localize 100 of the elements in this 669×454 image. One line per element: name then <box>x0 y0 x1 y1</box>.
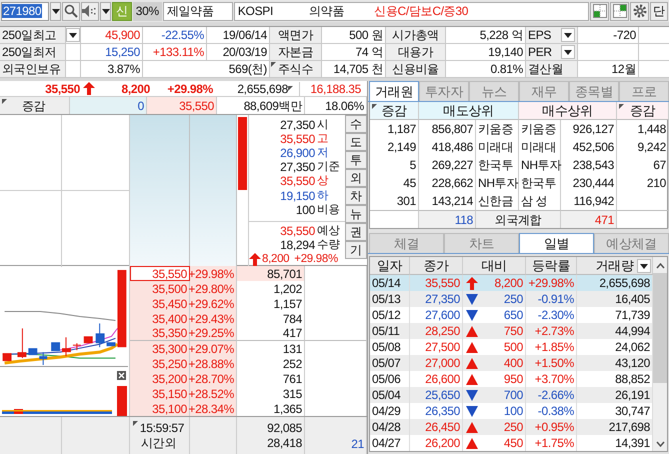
layout-icon[interactable] <box>590 2 609 20</box>
column-header: 대비 <box>463 257 526 275</box>
table-cell: 27,000 <box>410 355 463 371</box>
dropdown-button[interactable] <box>637 259 651 273</box>
order-price[interactable]: 35,400 <box>130 311 190 326</box>
price-label: 예상 <box>316 224 342 238</box>
order-rate: +28.34% <box>190 401 237 416</box>
order-cell <box>305 326 367 341</box>
column-header: 매도상위 <box>419 102 519 120</box>
order-rate: +28.52% <box>190 386 237 401</box>
scroll-up-icon[interactable] <box>656 263 664 269</box>
speaker-button[interactable] <box>81 2 99 20</box>
side-button[interactable]: 기 <box>345 241 367 259</box>
tab[interactable]: 거래원 <box>369 81 419 101</box>
search-button[interactable] <box>62 2 80 20</box>
order-quantity: 784 <box>237 311 305 326</box>
order-price[interactable]: 35,350 <box>130 326 190 341</box>
side-button[interactable]: 차 <box>345 187 367 205</box>
close-icon[interactable] <box>117 371 126 380</box>
trade-amount: 88,609백만 <box>217 97 305 114</box>
corner-mark-icon <box>619 104 624 109</box>
table-row[interactable]: 05/11 28,250 750 +2.73% 44,994 <box>370 323 653 339</box>
table-row[interactable]: 05/04 25,650 700 -2.66% 26,191 <box>370 387 653 403</box>
side-button[interactable]: 뉴 <box>345 205 367 223</box>
table-row[interactable]: 04/27 26,200 450 +1.75% 14,391 <box>370 435 653 451</box>
unit-button[interactable]: 단 <box>650 2 668 20</box>
scrollbar[interactable] <box>653 257 667 451</box>
side-button[interactable]: 투 <box>345 151 367 169</box>
change-value: 8,200 <box>494 276 523 290</box>
trade-volume: 2,655,698 <box>236 82 288 96</box>
candle <box>28 348 38 356</box>
expected-quantity: 18,294 <box>280 239 315 252</box>
price-value: 35,550 <box>280 132 315 146</box>
index-value: 16,188.35 <box>299 82 361 96</box>
dropdown-button[interactable] <box>66 28 80 42</box>
side-button[interactable]: 권 <box>345 223 367 241</box>
table-cell <box>617 210 669 228</box>
expected-change: 8,200 <box>262 253 290 266</box>
column-header: 등락률 <box>526 257 577 275</box>
order-price[interactable]: 35,250 <box>130 356 190 371</box>
dropdown-button[interactable] <box>561 45 575 59</box>
table-row[interactable]: 05/13 27,350 250 -0.91% 16,405 <box>370 291 653 307</box>
change-value: 250 <box>504 420 523 434</box>
table-cell: 45 <box>370 174 419 192</box>
side-button[interactable]: 외 <box>345 169 367 187</box>
table-cell: 1,187 <box>370 120 419 138</box>
order-price[interactable]: 35,150 <box>130 386 190 401</box>
table-cell: 1,448 <box>617 120 669 138</box>
caret-icon <box>564 32 572 38</box>
scroll-down-icon[interactable] <box>656 441 664 447</box>
table-cell: 2,149 <box>370 138 419 156</box>
price-change: 8,200 <box>120 82 150 96</box>
table-row[interactable]: 05/14 35,550 8,200 +29.98% 2,655,698 <box>370 275 653 291</box>
settings-icon[interactable] <box>630 2 649 20</box>
dropdown-button[interactable] <box>100 2 111 20</box>
order-price[interactable]: 35,200 <box>130 371 190 386</box>
dropdown-button[interactable] <box>50 2 61 20</box>
price-value: 26,900 <box>280 146 315 160</box>
table-row[interactable]: 04/28 26,450 250 +0.95% 217,698 <box>370 419 653 435</box>
caret-icon <box>640 264 648 268</box>
table-cell: 418,486 <box>419 138 476 156</box>
order-rate: +28.88% <box>190 356 237 371</box>
change-value: 650 <box>504 308 523 322</box>
order-rate: +29.07% <box>190 341 237 356</box>
side-button[interactable]: 도 <box>345 133 367 151</box>
price-label: 기준 <box>316 161 342 174</box>
order-price[interactable]: 35,100 <box>130 401 190 416</box>
order-quantity: 131 <box>237 341 305 356</box>
after-hours-quantity: 28,418 <box>267 436 302 450</box>
table-cell: +1.50% <box>526 355 577 371</box>
order-price[interactable]: 35,500 <box>130 281 190 296</box>
field-label: 액면가 <box>270 27 322 43</box>
corner-mark-icon <box>288 86 293 91</box>
order-price[interactable]: 35,450 <box>130 296 190 311</box>
order-price[interactable]: 35,550 <box>130 266 190 281</box>
table-cell: 26,200 <box>410 435 463 451</box>
caret-icon <box>69 32 77 38</box>
change-rate: +29.98% <box>166 82 213 96</box>
stock-name-field[interactable]: 제일약품 <box>162 2 233 20</box>
order-rate: +29.25% <box>190 326 237 341</box>
layout-icon[interactable] <box>610 2 629 20</box>
foreign-total-label: 외국계합 <box>476 210 561 228</box>
field-label: 결산월 <box>526 61 578 77</box>
code-field[interactable]: 271980 <box>1 2 49 20</box>
column-header: 종가 <box>410 257 463 275</box>
tab[interactable]: 일별 <box>519 233 594 253</box>
table-cell: 05/11 <box>370 323 410 339</box>
field-value: 45,900 <box>81 27 143 43</box>
column-header: 매수상위 <box>519 102 617 120</box>
order-price[interactable]: 35,300 <box>130 341 190 356</box>
corner-mark-icon <box>132 420 138 426</box>
caret-icon <box>564 50 572 54</box>
corner-mark-icon <box>372 104 377 109</box>
price-label: 저 <box>316 146 330 160</box>
caret-icon <box>52 8 60 14</box>
dropdown-button[interactable] <box>561 28 575 42</box>
side-button[interactable]: 수 <box>345 115 367 133</box>
field-label: 250일최고 <box>0 27 66 43</box>
broker-name: 키움증 <box>476 120 519 138</box>
table-row[interactable]: 05/07 27,000 400 +1.50% 43,120 <box>370 355 653 371</box>
